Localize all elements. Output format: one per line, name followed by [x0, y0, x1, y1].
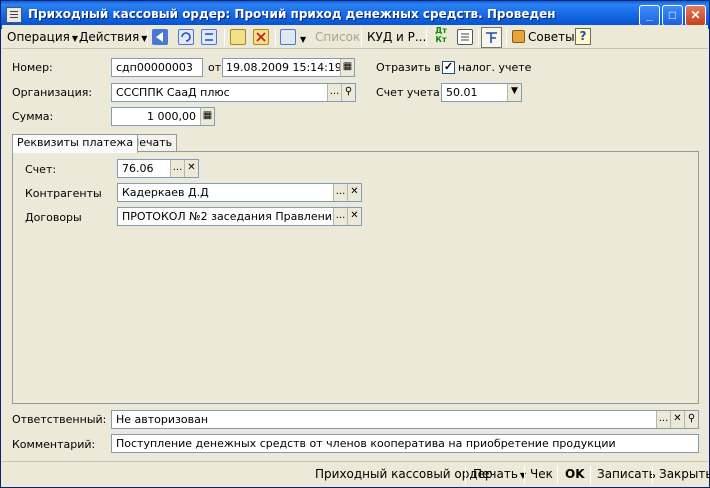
document-window: Приходный кассовый ордер: Прочий приход … — [0, 0, 710, 488]
bottom-separator — [652, 466, 653, 484]
payment-account-value: 76.06 — [122, 162, 154, 175]
tab-payment-details[interactable]: Реквизиты платежа — [12, 134, 139, 153]
account-label: Счет учета: — [376, 86, 444, 99]
select-ellipsis-button[interactable]: ... — [333, 184, 347, 201]
toolbar-separator — [478, 29, 479, 46]
contract-value: ПРОТОКОЛ №2 заседания Правления — [122, 210, 339, 223]
sync-icon[interactable] — [201, 29, 217, 45]
select-ellipsis-button[interactable]: ... — [170, 160, 184, 177]
refresh-icon[interactable] — [178, 29, 194, 45]
number-label: Номер: — [12, 61, 53, 74]
report-icon[interactable] — [457, 29, 473, 45]
toolbar-separator — [426, 29, 427, 46]
reflect-label: Отразить в: — [376, 61, 445, 74]
toolbar: Операция ▼ Действия ▼ ▼ Список КУД и Р... … — [2, 25, 708, 49]
bottom-separator — [465, 466, 466, 484]
save-button[interactable]: Записать — [597, 467, 656, 481]
bottom-bar: Приходный кассовый ордер Печать ▼ Чек OK … — [2, 461, 710, 487]
dt-kt-icon[interactable]: Дт Кт — [432, 26, 450, 46]
kud-button[interactable]: КУД и Р... — [367, 27, 426, 47]
select-ellipsis-button[interactable]: ... — [327, 84, 341, 101]
responsible-value: Не авторизован — [116, 413, 209, 426]
enter-on-basis-icon[interactable] — [280, 29, 296, 45]
bottom-separator — [590, 466, 591, 484]
tax-accounting-checkbox[interactable]: ✓ — [442, 61, 455, 74]
tips-button[interactable]: Советы — [512, 27, 575, 47]
actions-menu-label: Действия — [79, 30, 140, 44]
sum-value: 1 000,00 — [147, 110, 196, 123]
print-menu-button[interactable]: Печать ▼ — [473, 467, 526, 481]
contract-label: Договоры — [25, 211, 82, 224]
close-button[interactable]: Закрыть — [659, 467, 710, 481]
calculator-icon[interactable]: ▦ — [200, 108, 214, 125]
tips-icon — [512, 30, 525, 43]
post-document-icon[interactable] — [230, 29, 246, 45]
close-window-button[interactable]: ✕ — [685, 5, 706, 26]
contractor-field[interactable]: Кадеркаев Д.Д ... ✕ — [117, 183, 362, 202]
toolbar-separator — [275, 29, 276, 46]
list-button[interactable]: Список — [315, 27, 360, 47]
toolbar-separator — [506, 29, 507, 46]
maximize-button[interactable]: □ — [662, 5, 683, 26]
window-title: Приходный кассовый ордер: Прочий приход … — [28, 7, 556, 21]
pko-print-button[interactable]: Приходный кассовый ордер — [315, 467, 493, 481]
receipt-button[interactable]: Чек — [530, 467, 553, 481]
chevron-down-icon: ▼ — [519, 471, 527, 480]
search-icon[interactable]: ⚲ — [684, 411, 698, 428]
ok-button[interactable]: OK — [565, 467, 585, 481]
responsible-label: Ответственный: — [12, 413, 107, 426]
operation-menu[interactable]: Операция ▼ — [7, 27, 78, 47]
clear-icon[interactable]: ✕ — [184, 160, 198, 177]
chevron-down-icon[interactable]: ▼ — [298, 28, 306, 48]
actions-menu[interactable]: Действия ▼ — [79, 27, 147, 47]
toolbar-separator — [147, 29, 148, 46]
bottom-separator — [557, 466, 558, 484]
select-ellipsis-button[interactable]: ... — [656, 411, 670, 428]
account-select[interactable]: 50.01 ▼ — [441, 83, 522, 102]
search-icon[interactable]: ⚲ — [341, 84, 355, 101]
date-value: 19.08.2009 15:14:19 — [226, 61, 342, 74]
sum-label: Сумма: — [12, 110, 54, 123]
number-field[interactable]: сдп00000003 — [111, 58, 203, 77]
tips-label: Советы — [528, 30, 575, 44]
tab-panel-payment: Счет: 76.06 ... ✕ Контрагенты Кадеркаев … — [12, 151, 699, 404]
payment-account-field[interactable]: 76.06 ... ✕ — [117, 159, 199, 178]
operation-menu-label: Операция — [7, 30, 70, 44]
contractor-label: Контрагенты — [25, 187, 102, 200]
tax-accounting-label: налог. учете — [458, 61, 532, 74]
document-icon — [6, 7, 22, 23]
organization-label: Организация: — [12, 86, 93, 99]
clear-icon[interactable]: ✕ — [347, 184, 361, 201]
clear-icon[interactable]: ✕ — [347, 208, 361, 225]
comment-field[interactable]: Поступление денежных средств от членов к… — [111, 434, 699, 453]
chevron-down-icon: ▼ — [71, 34, 78, 43]
account-value: 50.01 — [446, 86, 478, 99]
select-ellipsis-button[interactable]: ... — [333, 208, 347, 225]
comment-label: Комментарий: — [12, 438, 96, 451]
structure-button[interactable] — [481, 27, 502, 48]
contractor-value: Кадеркаев Д.Д — [122, 186, 209, 199]
minimize-button[interactable]: _ — [639, 5, 660, 26]
organization-field[interactable]: СССППК СааД плюс ... ⚲ — [111, 83, 356, 102]
date-field[interactable]: 19.08.2009 15:14:19 ▦ — [222, 58, 355, 77]
toolbar-separator — [224, 29, 225, 46]
toolbar-separator — [361, 29, 362, 46]
bottom-separator — [524, 466, 525, 484]
help-button[interactable]: ? — [575, 28, 591, 45]
organization-value: СССППК СааД плюс — [116, 86, 230, 99]
calendar-icon[interactable]: ▦ — [340, 59, 354, 76]
go-back-icon[interactable] — [152, 29, 168, 45]
sum-field[interactable]: 1 000,00 ▦ — [111, 107, 215, 126]
clear-icon[interactable]: ✕ — [670, 411, 684, 428]
contract-field[interactable]: ПРОТОКОЛ №2 заседания Правления ... ✕ — [117, 207, 362, 226]
unpost-document-icon[interactable] — [253, 29, 269, 45]
print-menu-label: Печать — [473, 467, 518, 481]
responsible-field[interactable]: Не авторизован ... ✕ ⚲ — [111, 410, 699, 429]
chevron-down-icon[interactable]: ▼ — [507, 84, 521, 101]
payment-account-label: Счет: — [25, 163, 57, 176]
